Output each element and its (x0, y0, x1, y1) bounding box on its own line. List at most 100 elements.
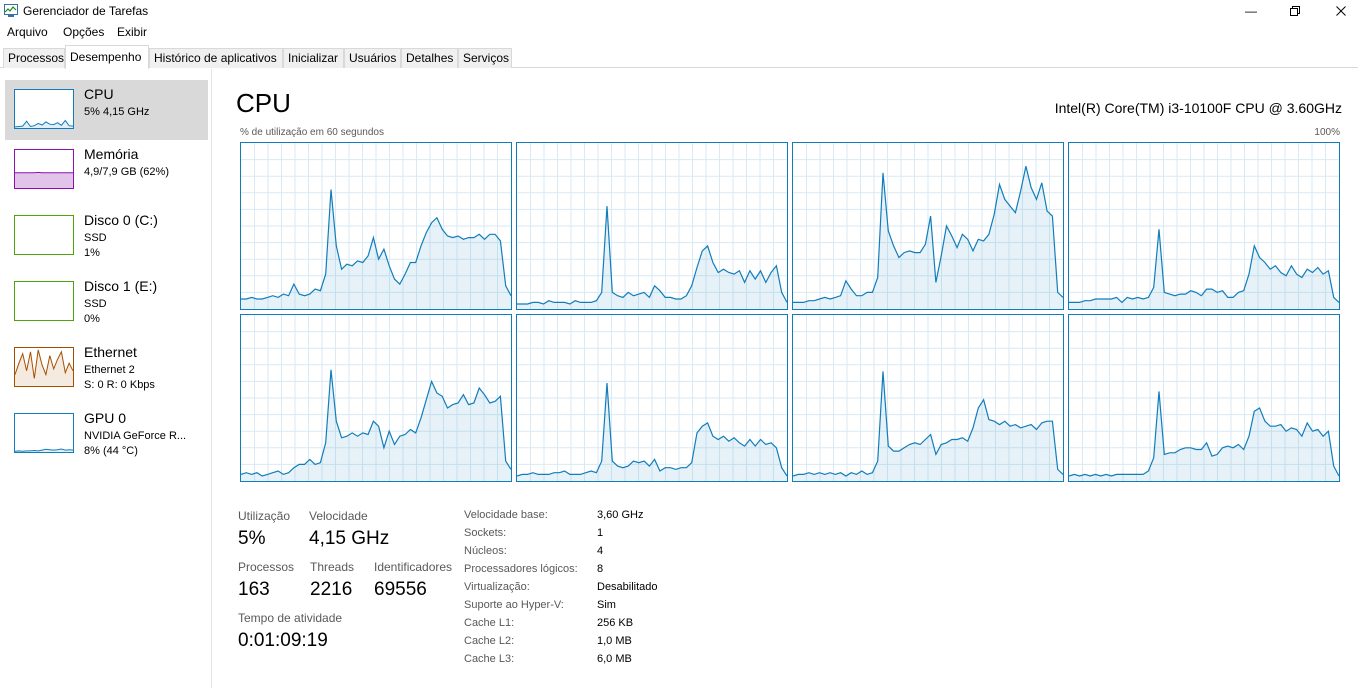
disk-0-thumbnail-graph (14, 215, 74, 255)
core-graph-canvas (241, 315, 511, 481)
core-utilization-graph (1068, 314, 1340, 482)
thumbnail-area (15, 172, 73, 188)
core-graph-canvas (793, 315, 1063, 481)
spec-value: 6,0 MB (597, 653, 632, 665)
task-manager-app-icon (4, 4, 18, 17)
tab-bar: Processos Desempenho Histórico de aplica… (0, 44, 1358, 69)
sidebar-item-ethernet[interactable]: Ethernet Ethernet 2 S: 0 R: 0 Kbps (5, 338, 208, 398)
disk-1-thumbnail-graph (14, 281, 74, 321)
spec-value: 1 (597, 527, 604, 539)
gpu-thumbnail-graph (14, 413, 74, 453)
sidebar-item-detail: 5% 4,15 GHz (84, 106, 150, 118)
spec-value: 4 (597, 545, 604, 557)
speed-value: 4,15 GHz (309, 528, 390, 549)
sidebar-item-detail: NVIDIA GeForce R... (84, 430, 187, 442)
core-utilization-graph (516, 142, 788, 310)
sidebar-item-detail: SSD (84, 232, 107, 244)
tab-historico[interactable]: Histórico de aplicativos (149, 48, 283, 68)
uptime-label: Tempo de atividade (238, 611, 343, 625)
core-graph-canvas (793, 143, 1063, 309)
restore-icon (1290, 6, 1300, 16)
restore-button[interactable] (1272, 0, 1318, 22)
spec-value: 3,60 GHz (597, 509, 644, 521)
core-graph-canvas (517, 143, 787, 309)
utilization-caption: % de utilização em 60 segundos (240, 127, 384, 138)
thumbnail-canvas (14, 119, 74, 128)
core-utilization-graph (516, 314, 788, 482)
core-utilization-graph (1068, 142, 1340, 310)
spec-label: Cache L2: (464, 635, 515, 647)
core-utilization-graph (792, 142, 1064, 310)
tab-inicializar[interactable]: Inicializar (283, 48, 344, 68)
processes-value: 163 (238, 579, 270, 600)
spec-label: Suporte ao Hyper-V: (464, 599, 564, 611)
sidebar-item-gpu-0[interactable]: GPU 0 NVIDIA GeForce R... 8% (44 °C) (5, 404, 208, 464)
minimize-icon: — (1245, 4, 1257, 18)
spec-label: Velocidade base: (464, 509, 548, 521)
sidebar-item-detail: SSD (84, 298, 107, 310)
minimize-button[interactable]: — (1228, 0, 1274, 22)
core-graph-canvas (241, 143, 511, 309)
close-button[interactable] (1318, 0, 1358, 22)
thumbnail-canvas (15, 216, 73, 254)
tab-detalhes[interactable]: Detalhes (401, 48, 458, 68)
cpu-thumbnail-graph (14, 89, 74, 129)
tab-servicos[interactable]: Serviços (458, 48, 512, 68)
sidebar-item-label: Disco 1 (E:) (84, 278, 158, 294)
sidebar-item-detail: Ethernet 2 (84, 364, 135, 376)
core-utilization-graph (240, 142, 512, 310)
spec-value: 1,0 MB (597, 635, 632, 647)
menu-exibir[interactable]: Exibir (117, 25, 147, 39)
menu-opcoes[interactable]: Opções (63, 25, 104, 39)
spec-label: Virtualização: (464, 581, 530, 593)
handles-label: Identificadores (374, 560, 453, 574)
core-graph-canvas (1069, 315, 1339, 481)
threads-label: Threads (310, 560, 355, 574)
resource-sidebar: CPU 5% 4,15 GHz Memória 4,9/7,9 GB (62%)… (0, 69, 212, 688)
utilization-value: 5% (238, 528, 266, 549)
spec-value: 8 (597, 563, 604, 575)
tab-processos[interactable]: Processos (3, 48, 65, 68)
thumbnail-canvas (14, 448, 74, 452)
processes-label: Processos (238, 560, 295, 574)
uptime-value: 0:01:09:19 (238, 630, 328, 651)
sidebar-item-label: Disco 0 (C:) (84, 212, 158, 228)
sidebar-item-detail: S: 0 R: 0 Kbps (84, 379, 155, 391)
sidebar-item-detail: 1% (84, 247, 100, 259)
sidebar-item-label: Memória (84, 146, 139, 162)
handles-value: 69556 (374, 579, 427, 600)
spec-label: Sockets: (464, 527, 507, 539)
cpu-model-name: Intel(R) Core(TM) i3-10100F CPU @ 3.60GH… (1054, 100, 1342, 116)
core-graph-canvas (1069, 143, 1339, 309)
speed-label: Velocidade (309, 509, 368, 523)
sidebar-item-disco-1[interactable]: Disco 1 (E:) SSD 0% (5, 272, 208, 332)
sidebar-item-detail: 8% (44 °C) (84, 445, 138, 457)
tab-usuarios[interactable]: Usuários (344, 48, 401, 68)
sidebar-item-cpu[interactable]: CPU 5% 4,15 GHz (5, 80, 208, 140)
core-graph-canvas (517, 315, 787, 481)
spec-value: Sim (597, 599, 616, 611)
title-bar: Gerenciador de Tarefas — (0, 0, 1358, 22)
tab-desempenho[interactable]: Desempenho (65, 45, 149, 69)
close-icon (1336, 6, 1346, 16)
utilization-label: Utilização (238, 509, 291, 523)
sidebar-item-memoria[interactable]: Memória 4,9/7,9 GB (62%) (5, 140, 208, 200)
spec-value: Desabilitado (597, 581, 658, 593)
sidebar-item-detail: 4,9/7,9 GB (62%) (84, 166, 169, 178)
spec-label: Cache L1: (464, 617, 515, 629)
threads-value: 2216 (310, 579, 353, 600)
spec-label: Cache L3: (464, 653, 515, 665)
sidebar-item-label: Ethernet (84, 344, 137, 360)
utilization-max-label: 100% (1314, 127, 1340, 138)
sidebar-item-disco-0[interactable]: Disco 0 (C:) SSD 1% (5, 206, 208, 266)
core-utilization-graph (240, 314, 512, 482)
sidebar-item-detail: 0% (84, 313, 100, 325)
thumbnail-canvas (15, 282, 73, 320)
thumbnail-canvas (15, 171, 73, 188)
menu-arquivo[interactable]: Arquivo (7, 25, 48, 39)
thumbnail-canvas (14, 349, 74, 386)
spec-label: Núcleos: (464, 545, 507, 557)
spec-label: Processadores lógicos: (464, 563, 578, 575)
ethernet-thumbnail-graph (14, 347, 74, 387)
memory-thumbnail-graph (14, 149, 74, 189)
